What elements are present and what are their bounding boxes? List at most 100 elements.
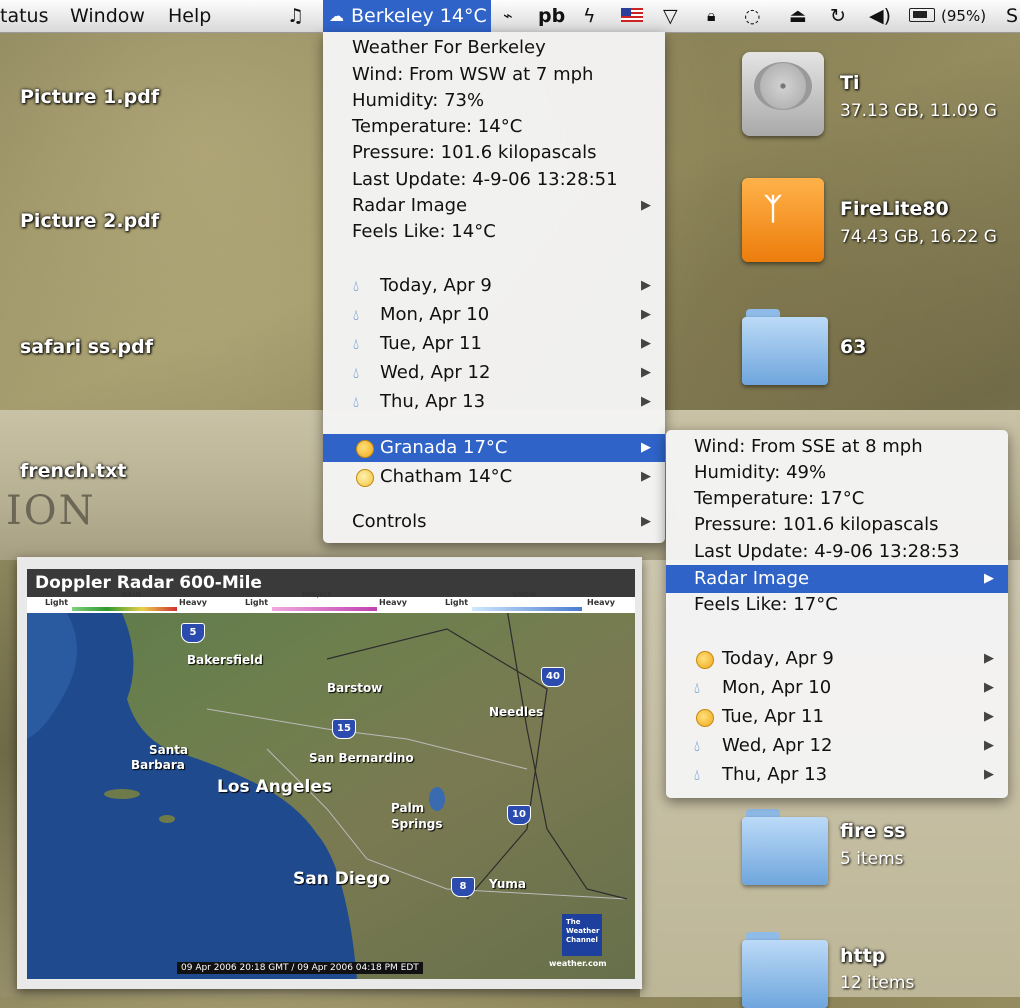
submenu-arrow-icon: ▶ xyxy=(984,767,994,782)
desktop-file-safari[interactable]: safari ss.pdf xyxy=(20,336,153,358)
menu-item-label: Humidity: 49% xyxy=(694,462,827,483)
folder-icon[interactable] xyxy=(742,928,828,1008)
folder-http-name[interactable]: http xyxy=(840,945,885,967)
forecast-day[interactable]: 💧︎ Mon, Apr 10 ▶ xyxy=(666,674,1008,702)
desktop-file-picture1[interactable]: Picture 1.pdf xyxy=(20,86,159,108)
menu-item-chatham[interactable]: Chatham 14°C ▶ xyxy=(323,463,665,491)
flag-icon[interactable] xyxy=(621,8,643,22)
radar-terrain xyxy=(27,608,628,979)
menu-item-label: Mon, Apr 10 xyxy=(380,304,490,325)
menu-item-feels-like[interactable]: Feels Like: 14°C xyxy=(323,218,665,246)
activity-monitor-icon[interactable]: ⌁ xyxy=(503,4,513,28)
submenu-arrow-icon: ▶ xyxy=(641,278,651,293)
city-label: Los Angeles xyxy=(217,777,332,797)
menu-item-radar[interactable]: Radar Image ▶ xyxy=(666,565,1008,593)
menu-item-last-update[interactable]: Last Update: 4-9-06 13:28:51 xyxy=(323,166,665,194)
menu-item-label: Today, Apr 9 xyxy=(722,648,834,669)
menu-item-label: Last Update: 4-9-06 13:28:53 xyxy=(694,541,960,562)
legend-label: SNOW xyxy=(512,591,537,599)
menu-item-last-update[interactable]: Last Update: 4-9-06 13:28:53 xyxy=(666,538,1008,566)
menu-item-humidity[interactable]: Humidity: 49% xyxy=(666,459,1008,487)
menu-item-pressure[interactable]: Pressure: 101.6 kilopascals xyxy=(323,139,665,167)
radar-image-window: Doppler Radar 600-Mile Light RAIN Heavy … xyxy=(17,557,642,989)
submenu-arrow-icon: ▶ xyxy=(984,680,994,695)
ichat-icon[interactable]: ◌ xyxy=(744,4,761,28)
script-icon[interactable]: ϟ xyxy=(583,4,596,28)
menu-item-wind[interactable]: Wind: From WSW at 7 mph xyxy=(323,61,665,89)
menu-window[interactable]: Window xyxy=(70,4,145,28)
sync-icon[interactable]: ↻ xyxy=(830,4,846,28)
rain-icon: 💧︎ xyxy=(353,364,360,382)
airport-icon[interactable]: ▽ xyxy=(663,4,678,28)
forecast-day[interactable]: 💧︎ Thu, Apr 13 ▶ xyxy=(666,761,1008,789)
menu-status[interactable]: tatus xyxy=(0,4,48,28)
menu-item-humidity[interactable]: Humidity: 73% xyxy=(323,87,665,115)
menu-item-pressure[interactable]: Pressure: 101.6 kilopascals xyxy=(666,511,1008,539)
forecast-day[interactable]: Tue, Apr 11 ▶ xyxy=(666,703,1008,731)
city-label: Bakersfield xyxy=(187,653,263,667)
menu-item-label: Today, Apr 9 xyxy=(380,275,492,296)
menu-item-label: Controls xyxy=(352,511,427,532)
forecast-day[interactable]: 💧︎ Tue, Apr 11 ▶ xyxy=(323,330,665,358)
lock-icon[interactable]: 🔒︎ xyxy=(707,4,716,28)
battery-icon[interactable] xyxy=(909,8,935,22)
legend-label: Light xyxy=(45,598,69,607)
highway-shield: 8 xyxy=(451,877,475,897)
city-label: San Diego xyxy=(293,869,391,889)
folder-63-name[interactable]: 63 xyxy=(840,336,866,358)
menu-item-radar[interactable]: Radar Image ▶ xyxy=(323,192,665,220)
menu-help[interactable]: Help xyxy=(168,4,211,28)
menu-item-label: Weather For Berkeley xyxy=(352,37,546,58)
submenu-arrow-icon: ▶ xyxy=(641,440,651,455)
radar-title: Doppler Radar 600-Mile xyxy=(35,573,262,593)
hard-drive-icon[interactable] xyxy=(742,52,824,136)
forecast-day[interactable]: 💧︎ Today, Apr 9 ▶ xyxy=(323,272,665,300)
menu-item-label: Mon, Apr 10 xyxy=(722,677,832,698)
menu-item-label: Temperature: 14°C xyxy=(352,116,523,137)
menu-item-wind[interactable]: Wind: From SSE at 8 mph xyxy=(666,433,1008,461)
music-icon[interactable]: ♫ xyxy=(287,4,304,28)
volume-ti-name[interactable]: Ti xyxy=(840,72,859,94)
submenu-arrow-icon: ▶ xyxy=(984,651,994,666)
menu-item-label: Wed, Apr 12 xyxy=(380,362,491,383)
forecast-day[interactable]: 💧︎ Mon, Apr 10 ▶ xyxy=(323,301,665,329)
volume-firelite-name[interactable]: FireLite80 xyxy=(840,198,949,220)
folder-icon[interactable] xyxy=(742,805,828,885)
menu-item-controls[interactable]: Controls ▶ xyxy=(323,508,665,536)
folder-fire-ss-name[interactable]: fire ss xyxy=(840,820,906,842)
pb-menu[interactable]: pb xyxy=(538,4,565,28)
volume-icon[interactable]: ◀) xyxy=(869,4,891,28)
desktop-file-picture2[interactable]: Picture 2.pdf xyxy=(20,210,159,232)
legend-snow-bar xyxy=(472,607,582,611)
city-label: Yuma xyxy=(489,877,526,891)
background-text: ION xyxy=(6,488,96,534)
legend-label: Heavy xyxy=(179,598,207,607)
eject-icon[interactable]: ⏏ xyxy=(789,4,807,28)
menu-item-granada[interactable]: Granada 17°C ▶ xyxy=(323,434,665,462)
forecast-day[interactable]: 💧︎ Thu, Apr 13 ▶ xyxy=(323,388,665,416)
menu-item-temperature[interactable]: Temperature: 14°C xyxy=(323,113,665,141)
folder-icon[interactable] xyxy=(742,305,828,385)
radar-timestamp: 09 Apr 2006 20:18 GMT / 09 Apr 2006 04:1… xyxy=(177,962,423,974)
weather-dropdown-menu: Weather For Berkeley Wind: From WSW at 7… xyxy=(323,32,665,543)
menu-item-label: Thu, Apr 13 xyxy=(722,764,828,785)
rain-icon: 💧︎ xyxy=(353,335,360,353)
forecast-day[interactable]: 💧︎ Wed, Apr 12 ▶ xyxy=(323,359,665,387)
sun-icon xyxy=(696,651,714,669)
desktop-file-french[interactable]: french.txt xyxy=(20,460,126,482)
highway-shield: 5 xyxy=(181,623,205,643)
legend-label: RAIN xyxy=(122,591,142,599)
weather-menu-extra[interactable]: ☁ Berkeley 14°C xyxy=(323,0,491,32)
forecast-day[interactable]: Today, Apr 9 ▶ xyxy=(666,645,1008,673)
rain-icon: 💧︎ xyxy=(694,679,701,697)
menu-item-temperature[interactable]: Temperature: 17°C xyxy=(666,485,1008,513)
highway-shield: 15 xyxy=(332,719,356,739)
menu-item-label: Pressure: 101.6 kilopascals xyxy=(352,142,597,163)
menu-item-label: Wind: From SSE at 8 mph xyxy=(694,436,923,457)
weather-channel-logo: The Weather Channel xyxy=(562,914,602,956)
forecast-day[interactable]: 💧︎ Wed, Apr 12 ▶ xyxy=(666,732,1008,760)
menu-spotlight[interactable]: S xyxy=(1006,4,1018,28)
firewire-drive-icon[interactable]: ᛉ xyxy=(742,178,824,262)
city-label: Santa xyxy=(149,743,189,757)
menu-item-feels-like[interactable]: Feels Like: 17°C xyxy=(666,591,1008,619)
